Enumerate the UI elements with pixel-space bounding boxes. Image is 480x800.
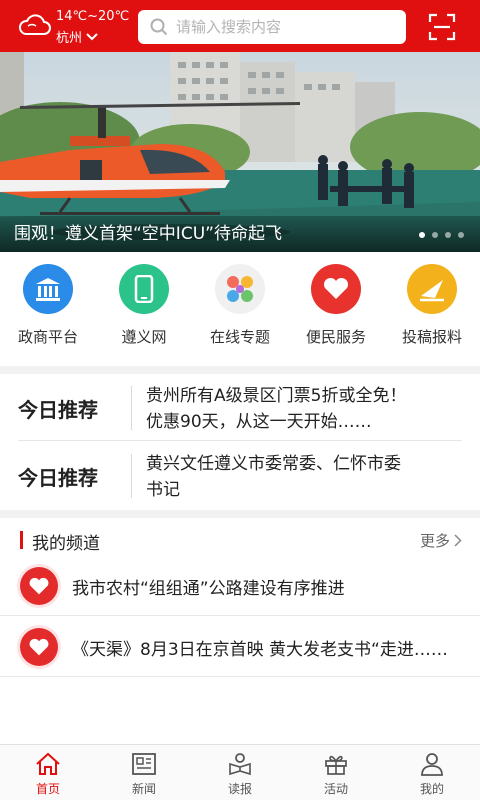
carousel-dot[interactable] [432,232,438,238]
search-input[interactable] [176,18,396,36]
banner-caption[interactable]: 围观！遵义首架“空中ICU”待命起飞 [14,219,282,244]
search-icon [150,18,168,36]
carousel-dot[interactable] [445,232,451,238]
news-item[interactable]: 《天渠》8月3日在京首映 黄大发老支书“走进…… [0,617,480,677]
tab-mine[interactable]: 我的 [384,745,480,800]
carousel-dot[interactable] [419,232,425,238]
tab-news[interactable]: 新闻 [96,745,192,800]
search-box[interactable] [138,10,406,44]
recommend-item[interactable]: 今日推荐 黄兴文任遵义市委常委、仁怀市委 书记 [0,442,480,510]
carousel-indicator [419,232,464,238]
news-title: 《天渠》8月3日在京首映 黄大发老支书“走进…… [72,640,448,660]
divider [131,386,132,430]
home-icon [36,752,60,775]
divider [18,440,462,441]
bottom-tab-bar: 首页 新闻 读报 活动 我的 [0,744,480,800]
quick-link-online-topics[interactable]: 在线专题 [192,252,288,364]
scan-icon[interactable] [428,13,456,41]
reader-icon [229,753,251,776]
banner-carousel[interactable]: 围观！遵义首架“空中ICU”待命起飞 [0,52,480,252]
temperature-range: 14℃~20℃ [56,9,130,24]
gift-icon [325,755,347,775]
news-title: 我市农村“组组通”公路建设有序推进 [72,579,345,599]
carousel-dot[interactable] [458,232,464,238]
recommend-headline: 贵州所有A级景区门票5折或全免！ 优惠90天，从这一天开始…… [146,383,458,435]
user-icon [421,753,443,776]
tab-read-paper[interactable]: 读报 [192,745,288,800]
tab-label: 读报 [227,782,252,796]
quick-link-label: 在线专题 [209,328,270,346]
divider [0,676,480,677]
quick-link-government[interactable]: 政商平台 [0,252,96,364]
tab-label: 新闻 [131,782,156,796]
tab-label: 我的 [419,782,444,796]
chevron-down-icon [86,32,98,40]
heart-icon [20,628,58,666]
phone-icon [119,264,169,314]
quick-link-label: 投稿报料 [401,328,462,346]
chevron-right-icon [454,534,462,547]
tab-label: 首页 [35,782,60,796]
recommend-tag: 今日推荐 [18,465,98,490]
quick-link-zunyi-net[interactable]: 遵义网 [96,252,192,364]
recommend-headline: 黄兴文任遵义市委常委、仁怀市委 书记 [146,451,458,503]
more-label: 更多 [419,532,450,550]
recommend-item[interactable]: 今日推荐 贵州所有A级景区门票5折或全免！ 优惠90天，从这一天开始…… [0,374,480,442]
tab-activity[interactable]: 活动 [288,745,384,800]
heart-icon [20,567,58,605]
quick-link-label: 政商平台 [17,328,78,346]
tab-label: 活动 [323,782,348,796]
news-item[interactable]: 我市农村“组组通”公路建设有序推进 [0,556,480,616]
section-separator [0,366,480,374]
quick-link-public-service[interactable]: 便民服务 [288,252,384,364]
tab-home[interactable]: 首页 [0,745,96,800]
divider [131,454,132,498]
more-link[interactable]: 更多 [420,530,462,551]
heart-icon [311,264,361,314]
section-separator [0,510,480,518]
divider [0,615,480,616]
quick-link-label: 便民服务 [305,328,366,346]
newspaper-icon [132,753,156,775]
recommend-tag: 今日推荐 [18,397,98,422]
petals-icon [215,264,265,314]
top-header: 14℃~20℃ 杭州 [0,0,480,52]
city-selector[interactable]: 杭州 [56,27,98,46]
quick-link-submit-tips[interactable]: 投稿报料 [384,252,480,364]
recommend-line: 贵州所有A级景区门票5折或全免！ [146,386,407,406]
recommend-line: 黄兴文任遵义市委常委、仁怀市委 [146,454,401,474]
paper-plane-icon [407,264,457,314]
recommend-line: 优惠90天，从这一天开始…… [146,412,372,432]
quick-link-label: 遵义网 [121,328,167,346]
government-building-icon [23,264,73,314]
cloudy-weather-icon[interactable] [18,10,52,40]
city-label: 杭州 [56,31,83,46]
quick-links: 政商平台 遵义网 在线专题 便民服务 投稿报料 [0,252,480,364]
section-title: 我的频道 [32,534,100,554]
recommend-line: 书记 [146,480,180,500]
section-accent-bar [20,531,23,549]
